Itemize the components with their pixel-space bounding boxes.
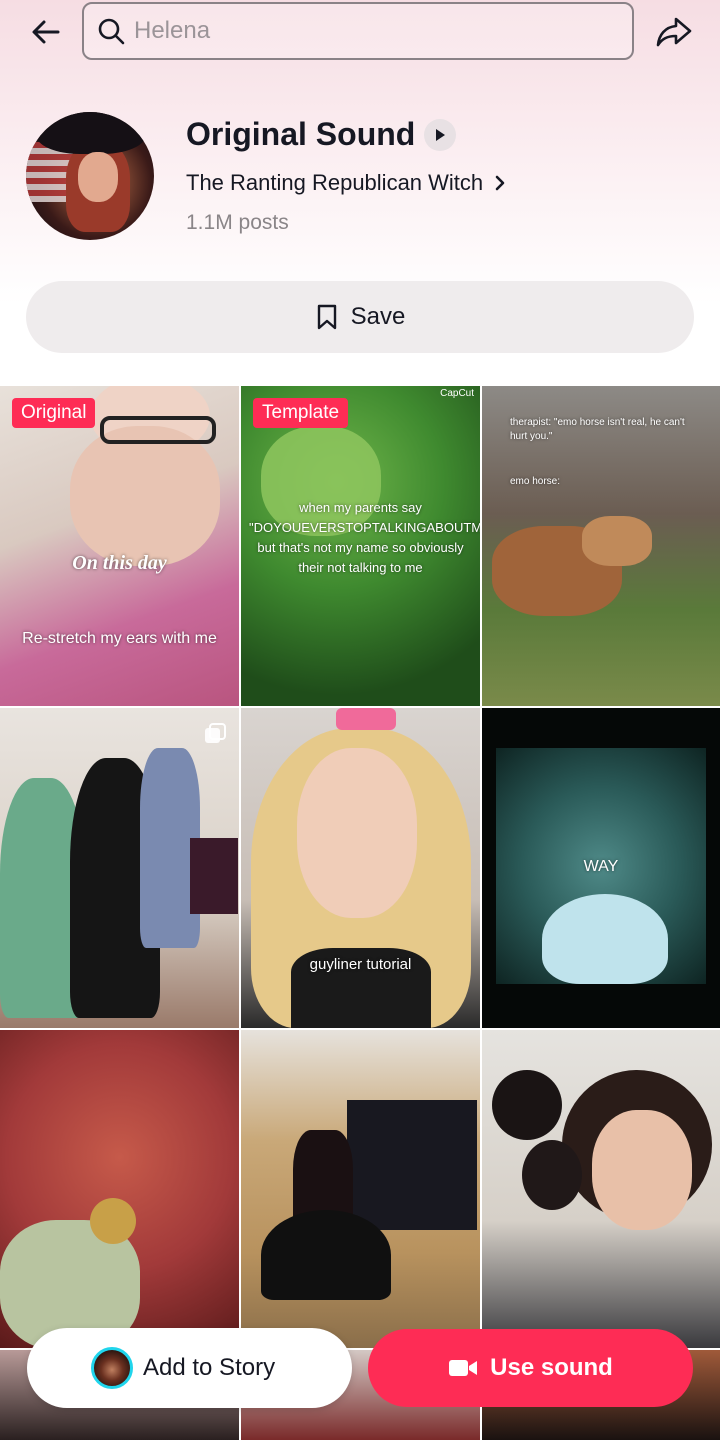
sound-author-link[interactable]: The Ranting Republican Witch: [186, 168, 507, 198]
avatar-face-detail: [78, 152, 118, 202]
video-tile-6[interactable]: WAY: [482, 708, 720, 1028]
video-caption: guyliner tutorial: [309, 956, 412, 973]
video-caption: therapist: "emo horse isn't real, he can…: [510, 417, 685, 442]
video-tile-5[interactable]: guyliner tutorial: [241, 708, 480, 1028]
post-count: 1.1M posts: [186, 211, 289, 234]
video-tile-9[interactable]: [482, 1030, 720, 1348]
avatar-hat-detail: [36, 112, 146, 154]
search-icon: [94, 14, 128, 48]
person-detail: [522, 1140, 582, 1210]
back-button[interactable]: [24, 10, 68, 54]
face-detail: [592, 1110, 692, 1230]
video-tile-2[interactable]: Template CapCut when my parents say "DOY…: [241, 386, 480, 706]
user-avatar: [91, 1347, 133, 1389]
video-tile-7[interactable]: [0, 1030, 239, 1348]
carousel-icon: [205, 723, 226, 743]
video-caption-secondary: Re-stretch my ears with me: [22, 630, 217, 647]
bottom-action-bar: Add to Story Use sound: [0, 1320, 720, 1420]
search-input[interactable]: [134, 17, 594, 45]
video-tile-8[interactable]: [241, 1030, 480, 1348]
original-badge: Original: [12, 398, 96, 428]
video-caption-secondary: emo horse:: [510, 476, 561, 487]
top-bar: [0, 0, 720, 62]
use-sound-label: Use sound: [490, 1354, 613, 1381]
horse-detail: [582, 516, 652, 566]
sound-author: The Ranting Republican Witch: [186, 170, 484, 195]
video-caption: WAY: [583, 858, 619, 875]
template-badge: Template: [253, 398, 349, 428]
search-bar[interactable]: [82, 2, 634, 60]
video-camera-icon: [449, 1360, 478, 1376]
sound-avatar[interactable]: [26, 112, 154, 240]
clip-detail: [336, 708, 396, 730]
sound-title: Original Sound: [186, 116, 416, 152]
glasses-detail: [100, 416, 216, 444]
save-label: Save: [350, 303, 406, 330]
video-caption: On this day: [72, 552, 167, 574]
share-button[interactable]: [652, 10, 696, 54]
video-caption: when my parents say "DOYOUEVERSTOPTALKIN…: [249, 500, 480, 575]
character-detail: [542, 894, 668, 984]
add-to-story-label: Add to Story: [143, 1354, 276, 1381]
chevron-right-icon: [493, 174, 507, 192]
save-button[interactable]: Save: [26, 281, 694, 353]
share-icon: [656, 17, 692, 47]
add-to-story-button[interactable]: Add to Story: [27, 1328, 352, 1408]
back-arrow-icon: [32, 20, 60, 44]
video-thumb-detail: [70, 426, 220, 566]
skirt-detail: [261, 1210, 391, 1300]
video-grid: Original On this day Re-stretch my ears …: [0, 386, 720, 1440]
capcut-watermark: CapCut: [440, 388, 474, 399]
face-detail: [297, 748, 417, 918]
tv-detail: [347, 1100, 477, 1230]
poster-detail: [190, 838, 238, 914]
person-detail: [492, 1070, 562, 1140]
video-tile-4[interactable]: [0, 708, 239, 1028]
play-preview-button[interactable]: [424, 119, 456, 151]
use-sound-button[interactable]: Use sound: [368, 1329, 693, 1407]
bookmark-icon: [317, 304, 336, 330]
video-tile-1[interactable]: Original On this day Re-stretch my ears …: [0, 386, 239, 706]
coin-detail: [90, 1198, 136, 1244]
play-icon: [436, 129, 445, 141]
video-tile-3[interactable]: therapist: "emo horse isn't real, he can…: [482, 386, 720, 706]
